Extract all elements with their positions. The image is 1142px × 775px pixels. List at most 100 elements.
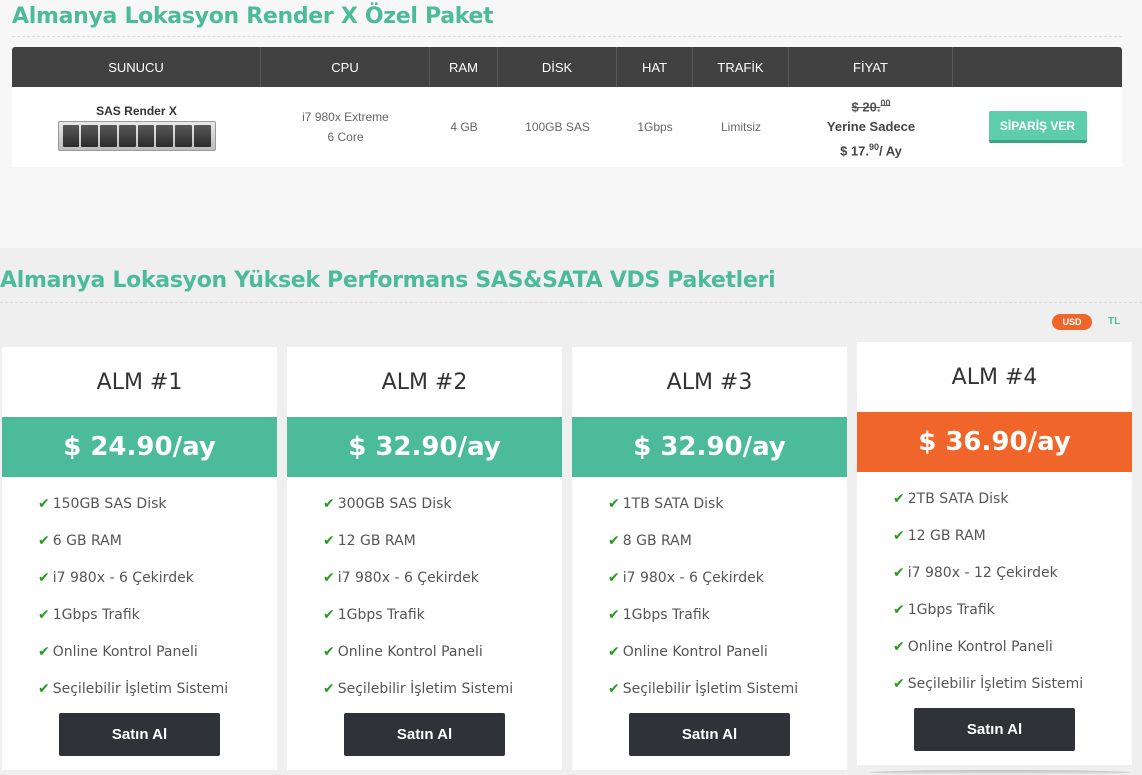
old-price: $ 20.00 xyxy=(851,97,891,114)
check-icon: ✔ xyxy=(893,527,905,544)
check-icon: ✔ xyxy=(323,495,335,512)
check-icon: ✔ xyxy=(323,643,335,660)
cpu-cores: 6 Core xyxy=(327,130,364,144)
feature-item: ✔ 1Gbps Trafik xyxy=(608,606,710,623)
check-icon: ✔ xyxy=(323,606,335,623)
instead-label: Yerine Sadece xyxy=(826,119,916,134)
price-cell: $ 20.00 Yerine Sadece $ 17.90/ Ay xyxy=(789,87,953,167)
ram-cell: 4 GB xyxy=(450,120,478,134)
buy-button-plan-4[interactable]: Satın Al xyxy=(914,708,1075,751)
feature-list: ✔ 300GB SAS Disk ✔ 12 GB RAM ✔ i7 980x - 6 … xyxy=(287,477,562,707)
feature-item: ✔ 1Gbps Trafik xyxy=(38,606,140,623)
column-header-line: HAT xyxy=(617,47,693,87)
server-image xyxy=(57,120,216,151)
feature-item: ✔ Online Kontrol Paneli xyxy=(323,643,483,660)
plan-price: $ 36.90/ay xyxy=(857,412,1132,472)
disk-cell: 100GB SAS xyxy=(525,120,590,134)
feature-item: ✔ 1TB SATA Disk xyxy=(608,495,724,512)
plan-name: ALM #4 xyxy=(951,364,1038,390)
feature-item: ✔ 12 GB RAM xyxy=(323,532,416,549)
table-row: SAS Render X i7 980x Extreme 6 Core 4 GB… xyxy=(12,87,1122,167)
feature-item: ✔ 1Gbps Trafik xyxy=(323,606,425,623)
plan-price: $ 32.90/ay xyxy=(572,417,847,477)
buy-button-plan-3[interactable]: Satın Al xyxy=(629,713,790,756)
divider xyxy=(0,302,1142,303)
column-header-disk: DİSK xyxy=(498,47,617,87)
plan-name: ALM #2 xyxy=(381,369,468,395)
check-icon: ✔ xyxy=(38,569,50,586)
feature-item: ✔ 6 GB RAM xyxy=(38,532,122,549)
column-header-traffic: TRAFİK xyxy=(693,47,789,87)
feature-item: ✔ Online Kontrol Paneli xyxy=(608,643,768,660)
table-header: SUNUCU CPU RAM DİSK HAT TRAFİK FİYAT xyxy=(12,47,1122,87)
check-icon: ✔ xyxy=(893,601,905,618)
column-header-server: SUNUCU xyxy=(12,47,261,87)
feature-list: ✔ 1TB SATA Disk ✔ 8 GB RAM ✔ i7 980x - 6 Çe… xyxy=(572,477,847,707)
feature-item: ✔ i7 980x - 6 Çekirdek xyxy=(608,569,764,586)
column-header-cpu: CPU xyxy=(261,47,430,87)
order-button[interactable]: SİPARİŞ VER xyxy=(988,111,1087,143)
check-icon: ✔ xyxy=(608,532,620,549)
feature-item: ✔ Seçilebilir İşletim Sistemi xyxy=(38,680,229,697)
check-icon: ✔ xyxy=(38,532,50,549)
plan-price: $ 32.90/ay xyxy=(287,417,562,477)
feature-item: ✔ 12 GB RAM xyxy=(893,527,986,544)
action-cell: SİPARİŞ VER xyxy=(953,87,1122,167)
check-icon: ✔ xyxy=(323,569,335,586)
plan-card-2: ALM #2 $ 32.90/ay ✔ 300GB SAS Disk ✔ 12 GB… xyxy=(287,347,562,770)
server-name: SAS Render X xyxy=(96,103,177,118)
divider xyxy=(12,36,1122,37)
traffic-cell: Limitsiz xyxy=(720,120,761,134)
column-header-price: FİYAT xyxy=(789,47,953,87)
check-icon: ✔ xyxy=(38,680,50,697)
special-package-title: Almanya Lokasyon Render X Özel Paket xyxy=(12,4,494,29)
feature-item: ✔ 2TB SATA Disk xyxy=(893,490,1009,507)
check-icon: ✔ xyxy=(38,643,50,660)
feature-item: ✔ Online Kontrol Paneli xyxy=(893,638,1053,655)
check-icon: ✔ xyxy=(323,532,335,549)
check-icon: ✔ xyxy=(608,495,620,512)
currency-tl-toggle[interactable]: TL xyxy=(1108,316,1120,327)
column-header-ram: RAM xyxy=(430,47,498,87)
plan-card-1: ALM #1 $ 24.90/ay ✔ 150GB SAS Disk ✔ 6 GB … xyxy=(2,347,277,770)
plan-card-3: ALM #3 $ 32.90/ay ✔ 1TB SATA Disk ✔ 8 GB R… xyxy=(572,347,847,770)
feature-list: ✔ 150GB SAS Disk ✔ 6 GB RAM ✔ i7 980x - 6 Ç… xyxy=(2,477,277,707)
check-icon: ✔ xyxy=(38,495,50,512)
special-package-section: Almanya Lokasyon Render X Özel Paket SUN… xyxy=(0,0,1142,248)
check-icon: ✔ xyxy=(608,680,620,697)
plan-price: $ 24.90/ay xyxy=(2,417,277,477)
cpu-model: i7 980x Extreme xyxy=(302,110,389,124)
plan-name: ALM #3 xyxy=(666,369,753,395)
feature-item: ✔ i7 980x - 6 Çekirdek xyxy=(323,569,479,586)
feature-item: ✔ i7 980x - 6 Çekirdek xyxy=(38,569,194,586)
card-shadow xyxy=(870,770,1130,775)
feature-item: ✔ i7 980x - 12 Çekirdek xyxy=(893,564,1058,581)
currency-usd-toggle[interactable]: USD xyxy=(1052,314,1092,330)
feature-item: ✔ Online Kontrol Paneli xyxy=(38,643,198,660)
check-icon: ✔ xyxy=(323,680,335,697)
feature-list: ✔ 2TB SATA Disk ✔ 12 GB RAM ✔ i7 980x - 12 … xyxy=(857,472,1132,702)
feature-item: ✔ Seçilebilir İşletim Sistemi xyxy=(608,680,799,697)
check-icon: ✔ xyxy=(893,675,905,692)
check-icon: ✔ xyxy=(608,606,620,623)
plan-card-4: ALM #4 $ 36.90/ay ✔ 2TB SATA Disk ✔ 12 GB … xyxy=(857,342,1132,765)
check-icon: ✔ xyxy=(608,643,620,660)
feature-item: ✔ 1Gbps Trafik xyxy=(893,601,995,618)
column-header-action xyxy=(953,47,1122,87)
check-icon: ✔ xyxy=(893,490,905,507)
vds-packages-title: Almanya Lokasyon Yüksek Performans SAS&S… xyxy=(0,268,776,293)
check-icon: ✔ xyxy=(893,638,905,655)
new-price: $ 17.90/ Ay xyxy=(840,142,902,159)
cpu-cell: i7 980x Extreme 6 Core xyxy=(261,87,430,167)
server-cell: SAS Render X xyxy=(12,87,261,167)
buy-button-plan-1[interactable]: Satın Al xyxy=(59,713,220,756)
line-cell: 1Gbps xyxy=(637,120,673,134)
feature-item: ✔ 300GB SAS Disk xyxy=(323,495,452,512)
feature-item: ✔ Seçilebilir İşletim Sistemi xyxy=(323,680,514,697)
plan-name: ALM #1 xyxy=(96,369,183,395)
feature-item: ✔ 150GB SAS Disk xyxy=(38,495,167,512)
check-icon: ✔ xyxy=(38,606,50,623)
buy-button-plan-2[interactable]: Satın Al xyxy=(344,713,505,756)
check-icon: ✔ xyxy=(893,564,905,581)
feature-item: ✔ Seçilebilir İşletim Sistemi xyxy=(893,675,1084,692)
